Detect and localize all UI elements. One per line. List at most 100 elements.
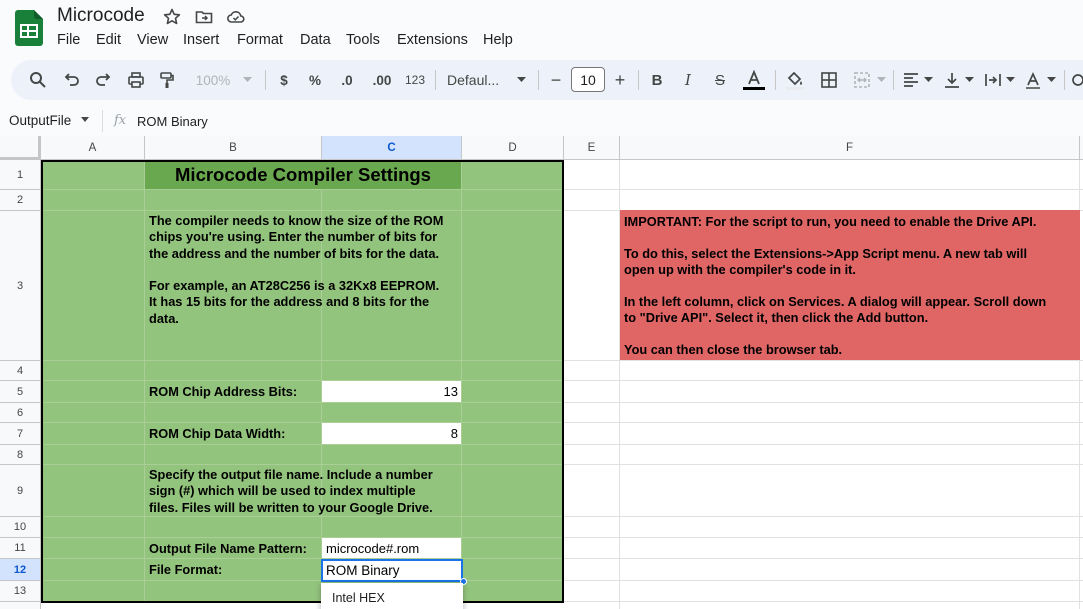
row-header-4[interactable]: 4 [0,361,41,381]
more-formats-button[interactable]: 123 [403,60,427,100]
bold-button[interactable]: B [648,60,666,100]
increase-font-size-button[interactable]: + [611,60,629,100]
paint-format-button[interactable] [156,60,178,100]
drive-api-notice[interactable]: IMPORTANT: For the script to run, you ne… [620,210,1080,360]
increase-decimal-button[interactable]: .00 [369,60,395,100]
row-header-7[interactable]: 7 [0,423,41,445]
menu-view[interactable]: View [137,32,168,48]
row-header-9[interactable]: 9 [0,465,41,517]
zoom-caret[interactable] [240,60,254,100]
column-header-c[interactable]: C [322,136,462,160]
settings-panel-border [41,160,564,603]
redo-icon [96,73,111,86]
align-icon [904,73,918,87]
row-header-13[interactable]: 13 [0,581,41,602]
italic-icon: I [685,71,691,89]
column-header-b[interactable]: B [145,136,322,160]
spreadsheet-app: Microcode File Edit View Insert Format D… [0,0,1083,609]
row-header-3[interactable]: 3 [0,211,41,361]
row-header-6[interactable]: 6 [0,403,41,423]
row-header-2[interactable]: 2 [0,190,41,211]
menu-tools[interactable]: Tools [346,32,380,48]
valign-icon [945,73,959,88]
column-header-f[interactable]: F [620,136,1080,160]
strikethrough-icon: S [714,71,725,89]
currency-format-button[interactable]: $ [276,60,292,100]
row-header-12[interactable]: 12 [0,559,41,581]
bold-icon: B [651,71,663,89]
zoom-select[interactable]: 100% [191,60,235,100]
name-box-caret-icon[interactable] [80,116,90,124]
row-header-11[interactable]: 11 [0,538,41,559]
align-caret[interactable] [922,60,934,100]
print-icon [128,72,144,88]
percent-format-button[interactable]: % [307,60,323,100]
row-header-5[interactable]: 5 [0,381,41,403]
chevron-down-icon [516,77,526,82]
horizontal-align-button[interactable] [901,60,921,100]
borders-button[interactable] [819,60,839,100]
fill-color-button[interactable] [785,60,805,100]
row-header-10[interactable]: 10 [0,517,41,538]
merge-caret[interactable] [875,60,887,100]
font-select[interactable]: Defaul... [447,60,511,100]
column-header-d[interactable]: D [462,136,564,160]
italic-button[interactable]: I [679,60,697,100]
undo-icon [64,73,79,86]
paint-format-icon [160,72,174,88]
insert-link-button[interactable] [1071,60,1083,100]
text-color-button[interactable] [742,60,766,100]
sheets-logo[interactable] [15,10,43,46]
dropdown-option-intel-hex[interactable]: Intel HEX [321,583,463,609]
chevron-down-icon [1005,77,1015,82]
menu-file[interactable]: File [57,32,80,48]
rotation-caret[interactable] [1045,60,1057,100]
merge-icon [854,72,870,88]
formula-input[interactable]: ROM Binary [137,114,208,129]
sheet-grid[interactable]: A B C D E F 1 2 3 4 5 6 7 8 9 10 11 12 1… [0,136,1083,609]
row-header-14[interactable] [0,602,41,609]
merge-cells-button[interactable] [851,60,873,100]
strikethrough-button[interactable]: S [710,60,730,100]
text-rotation-button[interactable] [1023,60,1043,100]
menu-data[interactable]: Data [300,32,331,48]
chevron-down-icon [876,77,886,82]
text-color-icon [743,69,765,90]
select-all-corner[interactable] [0,136,41,160]
row-header-1[interactable]: 1 [0,160,41,190]
undo-button[interactable] [61,60,83,100]
formula-bar-separator [102,110,103,132]
wrap-icon [985,74,1001,86]
chevron-down-icon [964,77,974,82]
column-header-a[interactable]: A [41,136,145,160]
menu-edit[interactable]: Edit [96,32,121,48]
wrap-caret[interactable] [1004,60,1016,100]
borders-icon [821,72,837,88]
column-header-e[interactable]: E [564,136,620,160]
name-box[interactable]: OutputFile [9,113,71,128]
menu-insert[interactable]: Insert [183,32,219,48]
file-format-cell[interactable]: ROM Binary [321,559,463,582]
fill-color-icon [786,71,804,90]
menu-format[interactable]: Format [237,32,283,48]
star-icon[interactable] [162,7,182,27]
search-menus-button[interactable] [27,60,49,100]
text-wrap-button[interactable] [983,60,1003,100]
menu-help[interactable]: Help [483,32,513,48]
menu-extensions[interactable]: Extensions [397,32,468,48]
decrease-decimal-button[interactable]: .0 [337,60,357,100]
fx-icon: fx [114,113,127,128]
redo-button[interactable] [92,60,114,100]
font-caret[interactable] [514,60,528,100]
font-size-input[interactable]: 10 [571,67,605,92]
row-header-8[interactable]: 8 [0,445,41,465]
decrease-font-size-button[interactable]: − [547,60,565,100]
document-title[interactable]: Microcode [57,5,145,27]
vertical-align-button[interactable] [942,60,962,100]
move-folder-icon[interactable] [194,7,214,27]
valign-caret[interactable] [963,60,975,100]
search-icon [30,72,46,88]
print-button[interactable] [125,60,147,100]
cloud-status-icon[interactable] [226,7,246,27]
chevron-down-icon [1046,77,1056,82]
